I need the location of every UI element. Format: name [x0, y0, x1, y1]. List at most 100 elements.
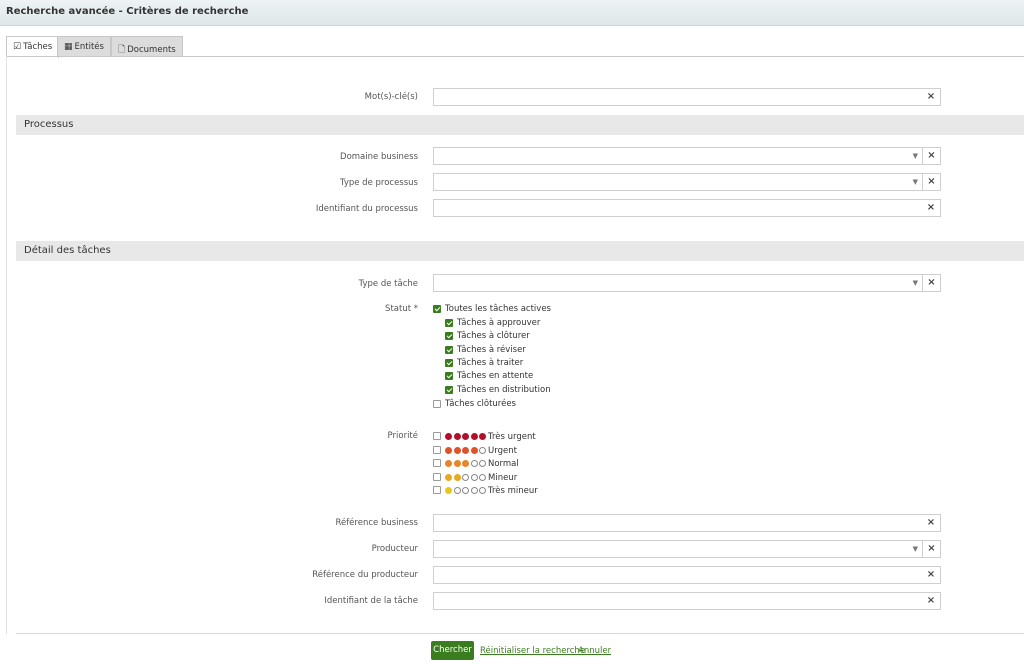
producteur-label: Producteur — [371, 544, 418, 554]
ref-producteur-input[interactable]: × — [433, 566, 941, 584]
identifiant-tache-clear-icon[interactable]: × — [922, 593, 940, 609]
type-tache-select[interactable]: ▼ — [433, 274, 923, 292]
priority-dot-empty — [470, 474, 478, 481]
tab-documents-label: Documents — [127, 45, 176, 55]
keywords-label: Mot(s)-clé(s) — [364, 92, 418, 102]
priority-option-label: Très urgent — [488, 432, 536, 442]
statut-option-label: Tâches à traiter — [457, 358, 524, 368]
chevron-down-icon: ▼ — [912, 152, 918, 160]
priority-dot-empty — [462, 474, 469, 481]
statut-checkbox-cloturer[interactable] — [445, 332, 453, 340]
producteur-clear-icon[interactable]: × — [923, 540, 941, 558]
priority-option-label: Urgent — [488, 446, 517, 456]
priority-checkbox[interactable] — [433, 486, 441, 494]
tab-taches[interactable]: ☑ Tâches — [6, 36, 60, 58]
priority-dot-empty — [479, 474, 486, 481]
priority-dot-empty — [479, 460, 486, 467]
priority-dot-filled — [470, 433, 478, 440]
keywords-input[interactable]: × — [433, 88, 941, 106]
window-titlebar: Recherche avancée - Critères de recherch… — [0, 0, 1024, 26]
statut-checkbox-traiter[interactable] — [445, 359, 453, 367]
priority-dot-empty — [479, 487, 486, 494]
priority-dot-filled — [445, 433, 452, 440]
priority-dot-filled — [445, 460, 452, 467]
priority-dot-filled — [453, 474, 461, 481]
chevron-down-icon: ▼ — [912, 178, 918, 186]
priority-dot-filled — [462, 433, 469, 440]
chevron-down-icon: ▼ — [912, 545, 918, 553]
tab-documents[interactable]: 🗋 Documents — [111, 36, 183, 57]
statut-checkbox-reviser[interactable] — [445, 346, 453, 354]
statut-checkbox-cloturees[interactable] — [433, 400, 441, 408]
priority-dot-filled — [453, 447, 461, 454]
identifiant-tache-input[interactable]: × — [433, 592, 941, 610]
priority-dot-empty — [470, 460, 478, 467]
type-processus-select[interactable]: ▼ — [433, 173, 923, 191]
checkbox-icon: ☑ — [13, 42, 22, 52]
priority-checkbox[interactable] — [433, 459, 441, 467]
identifiant-processus-label: Identifiant du processus — [315, 204, 418, 214]
cancel-link[interactable]: Annuler — [578, 646, 611, 656]
domaine-business-select[interactable]: ▼ — [433, 147, 923, 165]
search-button[interactable]: Chercher — [431, 641, 474, 660]
statut-option-label: Tâches à approuver — [457, 318, 541, 328]
tab-entites[interactable]: ▦ Entités — [57, 36, 111, 57]
statut-option-label: Tâches clôturées — [445, 399, 516, 409]
document-icon: 🗋 — [118, 45, 126, 55]
reset-link[interactable]: Réinitialiser la recherche — [480, 646, 585, 656]
section-details: Détail des tâches — [16, 241, 1024, 261]
priority-checkbox[interactable] — [433, 446, 441, 454]
priority-dot-filled — [470, 447, 478, 454]
ref-producteur-clear-icon[interactable]: × — [922, 567, 940, 583]
priority-dot-empty — [453, 487, 461, 494]
section-processus: Processus — [16, 115, 1024, 135]
priority-dot-filled — [445, 474, 452, 481]
priority-dot-filled — [462, 447, 469, 454]
ref-producteur-label: Référence du producteur — [312, 570, 418, 580]
statut-option-label: Toutes les tâches actives — [445, 304, 551, 314]
priority-checkbox[interactable] — [433, 473, 441, 481]
footer-divider — [16, 633, 1024, 634]
type-processus-clear-icon[interactable]: × — [923, 173, 941, 191]
priority-dot-empty — [462, 487, 469, 494]
priority-option-label: Mineur — [488, 473, 518, 483]
priority-checkbox[interactable] — [433, 432, 441, 440]
statut-option-label: Tâches en distribution — [457, 385, 551, 395]
priority-dot-filled — [453, 433, 461, 440]
statut-label: Statut * — [385, 304, 418, 314]
statut-checkbox-toutes[interactable] — [433, 305, 441, 313]
section-processus-title: Processus — [24, 119, 74, 130]
identifiant-processus-clear-icon[interactable]: × — [922, 200, 940, 216]
ref-business-label: Référence business — [335, 518, 418, 528]
priority-dot-filled — [453, 460, 461, 467]
ref-business-clear-icon[interactable]: × — [922, 515, 940, 531]
type-tache-label: Type de tâche — [358, 279, 418, 289]
tab-taches-label: Tâches — [23, 42, 53, 52]
statut-option-label: Tâches en attente — [457, 371, 534, 381]
keywords-clear-icon[interactable]: × — [922, 89, 940, 105]
domaine-business-clear-icon[interactable]: × — [923, 147, 941, 165]
priority-dot-filled — [479, 433, 486, 440]
building-icon: ▦ — [64, 42, 73, 52]
priority-dot-empty — [470, 487, 478, 494]
priority-dot-empty — [479, 447, 486, 454]
priority-dot-filled — [445, 447, 452, 454]
identifiant-tache-label: Identifiant de la tâche — [324, 596, 418, 606]
window-title: Recherche avancée - Critères de recherch… — [6, 6, 249, 17]
section-details-title: Détail des tâches — [24, 245, 111, 256]
identifiant-processus-input[interactable]: × — [433, 199, 941, 217]
priority-dot-filled — [445, 487, 452, 494]
statut-checkbox-attente[interactable] — [445, 372, 453, 380]
producteur-select[interactable]: ▼ — [433, 540, 923, 558]
type-processus-label: Type de processus — [339, 178, 418, 188]
priority-option-label: Normal — [488, 459, 519, 469]
type-tache-clear-icon[interactable]: × — [923, 274, 941, 292]
statut-checkbox-distribution[interactable] — [445, 386, 453, 394]
priority-option-label: Très mineur — [488, 486, 538, 496]
tab-entites-label: Entités — [74, 42, 104, 52]
tab-underline — [6, 56, 1024, 57]
priority-dot-filled — [462, 460, 469, 467]
chevron-down-icon: ▼ — [912, 279, 918, 287]
ref-business-input[interactable]: × — [433, 514, 941, 532]
statut-checkbox-approuver[interactable] — [445, 319, 453, 327]
